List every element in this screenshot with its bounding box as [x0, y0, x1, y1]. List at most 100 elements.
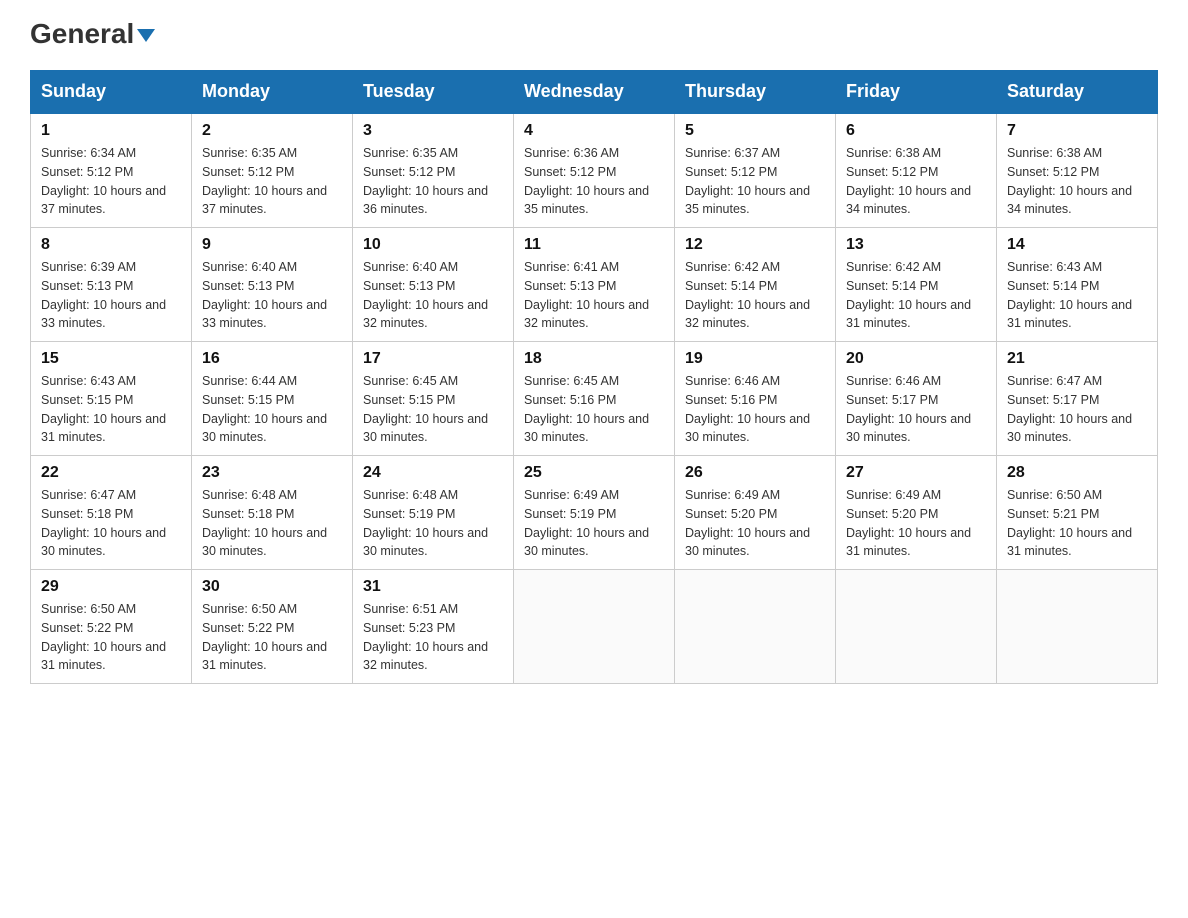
calendar-body: 1Sunrise: 6:34 AMSunset: 5:12 PMDaylight… [31, 113, 1158, 684]
day-number: 10 [363, 236, 503, 254]
day-info: Sunrise: 6:35 AMSunset: 5:12 PMDaylight:… [202, 144, 342, 219]
calendar-day-cell [514, 570, 675, 684]
calendar-day-cell: 31 Sunrise: 6:51 AMSunset: 5:23 PMDayligh… [353, 570, 514, 684]
calendar-header-cell: Friday [836, 71, 997, 114]
day-number: 23 [202, 464, 342, 482]
day-number: 2 [202, 122, 342, 140]
day-info: Sunrise: 6:43 AMSunset: 5:14 PMDaylight:… [1007, 258, 1147, 333]
day-info: Sunrise: 6:38 AMSunset: 5:12 PMDaylight:… [1007, 144, 1147, 219]
day-info: Sunrise: 6:50 AMSunset: 5:21 PMDaylight:… [1007, 486, 1147, 561]
day-number: 13 [846, 236, 986, 254]
day-info: Sunrise: 6:49 AMSunset: 5:19 PMDaylight:… [524, 486, 664, 561]
calendar-day-cell: 13 Sunrise: 6:42 AMSunset: 5:14 PMDayligh… [836, 228, 997, 342]
day-number: 24 [363, 464, 503, 482]
calendar-day-cell: 6 Sunrise: 6:38 AMSunset: 5:12 PMDaylight… [836, 113, 997, 228]
calendar-day-cell: 11Sunrise: 6:41 AMSunset: 5:13 PMDayligh… [514, 228, 675, 342]
calendar-week-row: 15 Sunrise: 6:43 AMSunset: 5:15 PMDayligh… [31, 342, 1158, 456]
day-info: Sunrise: 6:46 AMSunset: 5:16 PMDaylight:… [685, 372, 825, 447]
calendar-day-cell: 27 Sunrise: 6:49 AMSunset: 5:20 PMDayligh… [836, 456, 997, 570]
day-info: Sunrise: 6:51 AMSunset: 5:23 PMDaylight:… [363, 600, 503, 675]
day-number: 22 [41, 464, 181, 482]
day-number: 27 [846, 464, 986, 482]
day-info: Sunrise: 6:48 AMSunset: 5:18 PMDaylight:… [202, 486, 342, 561]
calendar-day-cell: 7 Sunrise: 6:38 AMSunset: 5:12 PMDaylight… [997, 113, 1158, 228]
calendar-day-cell: 24 Sunrise: 6:48 AMSunset: 5:19 PMDayligh… [353, 456, 514, 570]
calendar-day-cell: 19 Sunrise: 6:46 AMSunset: 5:16 PMDayligh… [675, 342, 836, 456]
calendar-table: SundayMondayTuesdayWednesdayThursdayFrid… [30, 70, 1158, 684]
calendar-day-cell: 14Sunrise: 6:43 AMSunset: 5:14 PMDayligh… [997, 228, 1158, 342]
day-number: 12 [685, 236, 825, 254]
day-info: Sunrise: 6:34 AMSunset: 5:12 PMDaylight:… [41, 144, 181, 219]
day-number: 19 [685, 350, 825, 368]
calendar-day-cell: 4 Sunrise: 6:36 AMSunset: 5:12 PMDaylight… [514, 113, 675, 228]
calendar-day-cell: 3Sunrise: 6:35 AMSunset: 5:12 PMDaylight… [353, 113, 514, 228]
calendar-week-row: 8Sunrise: 6:39 AMSunset: 5:13 PMDaylight… [31, 228, 1158, 342]
calendar-header-cell: Sunday [31, 71, 192, 114]
day-info: Sunrise: 6:38 AMSunset: 5:12 PMDaylight:… [846, 144, 986, 219]
calendar-day-cell: 17Sunrise: 6:45 AMSunset: 5:15 PMDayligh… [353, 342, 514, 456]
calendar-day-cell: 18 Sunrise: 6:45 AMSunset: 5:16 PMDayligh… [514, 342, 675, 456]
day-number: 30 [202, 578, 342, 596]
calendar-header-cell: Monday [192, 71, 353, 114]
day-info: Sunrise: 6:45 AMSunset: 5:16 PMDaylight:… [524, 372, 664, 447]
day-info: Sunrise: 6:44 AMSunset: 5:15 PMDaylight:… [202, 372, 342, 447]
day-number: 17 [363, 350, 503, 368]
day-number: 18 [524, 350, 664, 368]
day-number: 15 [41, 350, 181, 368]
day-info: Sunrise: 6:36 AMSunset: 5:12 PMDaylight:… [524, 144, 664, 219]
day-number: 3 [363, 122, 503, 140]
calendar-day-cell: 9 Sunrise: 6:40 AMSunset: 5:13 PMDaylight… [192, 228, 353, 342]
calendar-day-cell: 28 Sunrise: 6:50 AMSunset: 5:21 PMDayligh… [997, 456, 1158, 570]
day-number: 7 [1007, 122, 1147, 140]
calendar-day-cell: 15 Sunrise: 6:43 AMSunset: 5:15 PMDayligh… [31, 342, 192, 456]
calendar-header-cell: Saturday [997, 71, 1158, 114]
day-info: Sunrise: 6:49 AMSunset: 5:20 PMDaylight:… [846, 486, 986, 561]
day-number: 4 [524, 122, 664, 140]
day-info: Sunrise: 6:48 AMSunset: 5:19 PMDaylight:… [363, 486, 503, 561]
calendar-day-cell: 8Sunrise: 6:39 AMSunset: 5:13 PMDaylight… [31, 228, 192, 342]
day-number: 25 [524, 464, 664, 482]
day-info: Sunrise: 6:40 AMSunset: 5:13 PMDaylight:… [363, 258, 503, 333]
day-info: Sunrise: 6:42 AMSunset: 5:14 PMDaylight:… [846, 258, 986, 333]
page-header: General [30, 20, 1158, 50]
calendar-day-cell: 16 Sunrise: 6:44 AMSunset: 5:15 PMDayligh… [192, 342, 353, 456]
calendar-day-cell: 25 Sunrise: 6:49 AMSunset: 5:19 PMDayligh… [514, 456, 675, 570]
day-number: 21 [1007, 350, 1147, 368]
day-number: 6 [846, 122, 986, 140]
day-number: 11 [524, 236, 664, 254]
day-number: 8 [41, 236, 181, 254]
calendar-day-cell: 12Sunrise: 6:42 AMSunset: 5:14 PMDayligh… [675, 228, 836, 342]
day-info: Sunrise: 6:50 AMSunset: 5:22 PMDaylight:… [41, 600, 181, 675]
day-info: Sunrise: 6:49 AMSunset: 5:20 PMDaylight:… [685, 486, 825, 561]
day-number: 9 [202, 236, 342, 254]
calendar-header: SundayMondayTuesdayWednesdayThursdayFrid… [31, 71, 1158, 114]
calendar-day-cell [675, 570, 836, 684]
calendar-day-cell: 26Sunrise: 6:49 AMSunset: 5:20 PMDayligh… [675, 456, 836, 570]
day-info: Sunrise: 6:46 AMSunset: 5:17 PMDaylight:… [846, 372, 986, 447]
day-number: 31 [363, 578, 503, 596]
day-info: Sunrise: 6:40 AMSunset: 5:13 PMDaylight:… [202, 258, 342, 333]
calendar-day-cell: 30Sunrise: 6:50 AMSunset: 5:22 PMDayligh… [192, 570, 353, 684]
day-info: Sunrise: 6:47 AMSunset: 5:17 PMDaylight:… [1007, 372, 1147, 447]
calendar-day-cell: 2 Sunrise: 6:35 AMSunset: 5:12 PMDaylight… [192, 113, 353, 228]
day-info: Sunrise: 6:47 AMSunset: 5:18 PMDaylight:… [41, 486, 181, 561]
calendar-day-cell [997, 570, 1158, 684]
day-info: Sunrise: 6:37 AMSunset: 5:12 PMDaylight:… [685, 144, 825, 219]
calendar-header-cell: Tuesday [353, 71, 514, 114]
calendar-day-cell: 22 Sunrise: 6:47 AMSunset: 5:18 PMDayligh… [31, 456, 192, 570]
logo: General [30, 20, 155, 50]
day-number: 20 [846, 350, 986, 368]
calendar-week-row: 29 Sunrise: 6:50 AMSunset: 5:22 PMDayligh… [31, 570, 1158, 684]
calendar-day-cell: 20 Sunrise: 6:46 AMSunset: 5:17 PMDayligh… [836, 342, 997, 456]
logo-triangle-icon [137, 29, 155, 42]
calendar-day-cell: 1Sunrise: 6:34 AMSunset: 5:12 PMDaylight… [31, 113, 192, 228]
day-number: 16 [202, 350, 342, 368]
day-number: 29 [41, 578, 181, 596]
day-info: Sunrise: 6:43 AMSunset: 5:15 PMDaylight:… [41, 372, 181, 447]
calendar-week-row: 22 Sunrise: 6:47 AMSunset: 5:18 PMDayligh… [31, 456, 1158, 570]
day-number: 5 [685, 122, 825, 140]
calendar-day-cell: 10 Sunrise: 6:40 AMSunset: 5:13 PMDayligh… [353, 228, 514, 342]
day-number: 28 [1007, 464, 1147, 482]
calendar-day-cell: 29 Sunrise: 6:50 AMSunset: 5:22 PMDayligh… [31, 570, 192, 684]
calendar-day-cell: 23 Sunrise: 6:48 AMSunset: 5:18 PMDayligh… [192, 456, 353, 570]
